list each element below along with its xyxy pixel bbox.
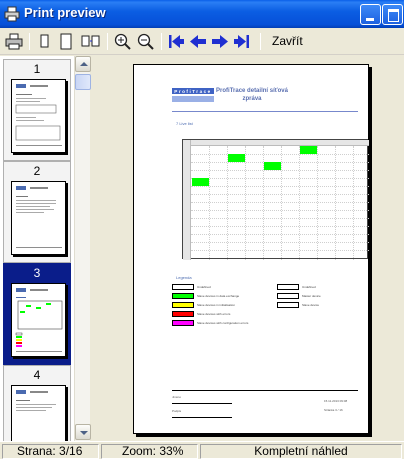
printer-icon: [4, 6, 20, 22]
thumbnail-page-1[interactable]: 1: [3, 59, 71, 161]
footer-date: 15.11.2013 09:08: [324, 399, 348, 403]
thumbnail-page-2[interactable]: 2: [3, 161, 71, 263]
minimize-button[interactable]: [360, 4, 381, 25]
page-title-line2: zpráva: [242, 96, 262, 102]
page-title-line1: ProfiTrace detailní síťová: [216, 88, 288, 94]
last-page-icon[interactable]: [233, 32, 251, 51]
page-width-icon[interactable]: [58, 32, 74, 51]
previous-page-icon[interactable]: [189, 32, 207, 51]
legend-title: Legenda: [176, 275, 192, 280]
logo-text: ProfiTrace: [174, 89, 211, 94]
thumbnail-scrollbar[interactable]: [74, 56, 91, 441]
live-station-cell: [228, 154, 245, 162]
maximize-button[interactable]: [382, 4, 403, 25]
status-mode: Kompletní náhled: [200, 444, 402, 459]
chevron-down-icon: [80, 431, 88, 435]
footer-name-label: Jméno: [172, 395, 182, 399]
scroll-down-button[interactable]: [75, 424, 91, 440]
toolbar: Zavřít: [0, 28, 404, 55]
thumbnail-number: 3: [33, 266, 41, 280]
thumbnail-number: 1: [33, 62, 41, 76]
page-title: ProfiTrace detailní síťová zpráva: [212, 87, 292, 103]
live-station-cell: [300, 146, 317, 154]
zoom-in-icon[interactable]: [114, 32, 132, 51]
thumbnail-image: [11, 385, 66, 443]
next-page-icon[interactable]: [211, 32, 229, 51]
thumbnail-image: [11, 283, 66, 357]
thumbnail-number: 4: [33, 368, 41, 382]
status-page: Strana: 3/16: [2, 444, 99, 459]
live-station-cell: [192, 178, 209, 186]
preview-area[interactable]: ProfiTrace ProfiTrace detailní síťová zp…: [91, 56, 404, 441]
footer-page-number: Stránka 3 / 16: [324, 408, 343, 412]
status-bar: Strana: 3/16 Zoom: 33% Kompletní náhled: [0, 441, 404, 459]
window-title: Print preview: [24, 5, 106, 20]
footer-divider: [172, 390, 358, 391]
status-zoom: Zoom: 33%: [101, 444, 198, 459]
thumbnail-image: [11, 79, 66, 153]
print-icon[interactable]: [5, 32, 23, 51]
section-heading: 7 Live list: [176, 121, 193, 126]
thumbnail-image: [11, 181, 66, 255]
scroll-thumb[interactable]: [75, 74, 91, 90]
zoom-out-icon[interactable]: [137, 32, 155, 51]
footer-signature-label: Podpis: [172, 409, 182, 413]
close-button[interactable]: Zavřít: [272, 34, 303, 48]
live-station-cell: [264, 162, 281, 170]
scroll-up-button[interactable]: [75, 56, 91, 72]
live-list-grid: [182, 139, 369, 260]
first-page-icon[interactable]: [167, 32, 185, 51]
two-pages-icon[interactable]: [80, 32, 102, 51]
chevron-up-icon: [80, 62, 88, 66]
title-bar: Print preview: [0, 0, 404, 28]
thumbnail-number: 2: [33, 164, 41, 178]
company-logo: ProfiTrace: [172, 88, 214, 102]
single-page-icon[interactable]: [38, 32, 52, 51]
preview-page: ProfiTrace ProfiTrace detailní síťová zp…: [133, 64, 369, 434]
thumbnail-page-4[interactable]: 4: [3, 365, 71, 443]
thumbnail-page-3[interactable]: 3: [3, 263, 71, 365]
